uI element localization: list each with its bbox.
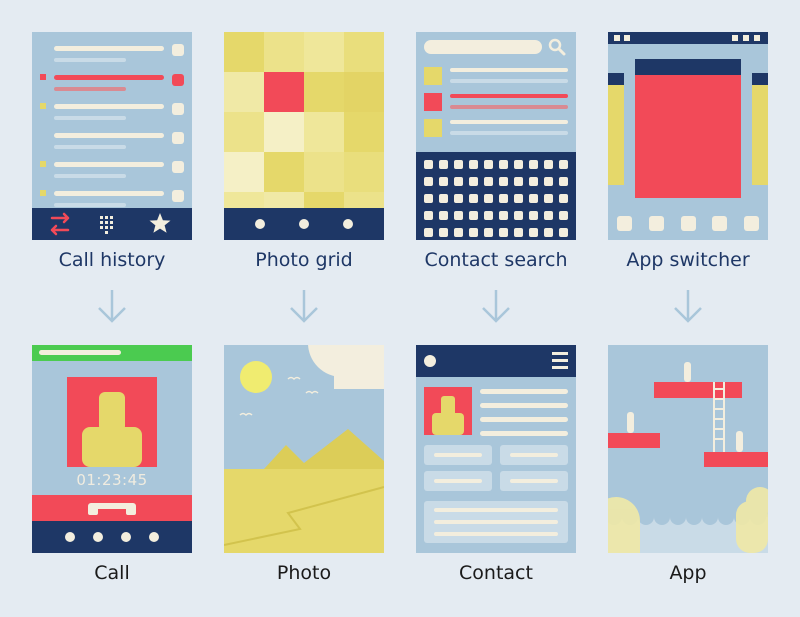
- photo-screen: [224, 345, 384, 553]
- app-card-left[interactable]: [608, 73, 624, 185]
- key[interactable]: [514, 194, 523, 203]
- key[interactable]: [424, 228, 433, 237]
- label-call: Call: [94, 562, 130, 584]
- key[interactable]: [559, 177, 568, 186]
- key[interactable]: [559, 211, 568, 220]
- down-arrow-icon: [674, 290, 702, 323]
- app-screen: [608, 345, 768, 553]
- key[interactable]: [529, 160, 538, 169]
- key[interactable]: [454, 211, 463, 220]
- call-screen: 01:23:45: [32, 345, 192, 553]
- down-arrow-icon: [482, 290, 510, 323]
- key[interactable]: [559, 160, 568, 169]
- key[interactable]: [559, 228, 568, 237]
- key[interactable]: [439, 194, 448, 203]
- key[interactable]: [499, 211, 508, 220]
- key[interactable]: [514, 228, 523, 237]
- hamburger-menu-icon[interactable]: [552, 352, 568, 369]
- label-photo: Photo: [276, 562, 332, 584]
- label-contact: Contact: [459, 562, 533, 584]
- key[interactable]: [424, 194, 433, 203]
- key[interactable]: [439, 228, 448, 237]
- label-app-switcher: App switcher: [626, 249, 750, 271]
- label-call-history: Call history: [58, 249, 166, 271]
- app-card-center[interactable]: [635, 59, 741, 198]
- key[interactable]: [454, 177, 463, 186]
- key[interactable]: [424, 177, 433, 186]
- contact-notes: [424, 501, 568, 543]
- key[interactable]: [499, 160, 508, 169]
- key[interactable]: [469, 160, 478, 169]
- search-input[interactable]: [424, 40, 542, 54]
- label-app: App: [669, 562, 707, 584]
- key[interactable]: [484, 160, 493, 169]
- key[interactable]: [544, 177, 553, 186]
- call-timer: 01:23:45: [76, 471, 148, 489]
- contact-avatar: [424, 387, 472, 435]
- key[interactable]: [499, 228, 508, 237]
- key[interactable]: [514, 211, 523, 220]
- key[interactable]: [544, 211, 553, 220]
- key[interactable]: [514, 177, 523, 186]
- contact-screen: [416, 345, 576, 553]
- key[interactable]: [439, 177, 448, 186]
- key[interactable]: [529, 177, 538, 186]
- key[interactable]: [499, 194, 508, 203]
- app-card-right[interactable]: [752, 73, 768, 185]
- down-arrow-icon: [290, 290, 318, 323]
- photo-grid-tiles[interactable]: [224, 32, 384, 212]
- key[interactable]: [469, 211, 478, 220]
- key[interactable]: [529, 211, 538, 220]
- label-photo-grid: Photo grid: [255, 249, 353, 271]
- key[interactable]: [559, 194, 568, 203]
- key[interactable]: [454, 228, 463, 237]
- app-switcher-screen: [608, 32, 768, 240]
- key[interactable]: [469, 194, 478, 203]
- key[interactable]: [529, 228, 538, 237]
- key[interactable]: [454, 160, 463, 169]
- key[interactable]: [514, 160, 523, 169]
- key[interactable]: [424, 160, 433, 169]
- key[interactable]: [484, 194, 493, 203]
- key[interactable]: [469, 177, 478, 186]
- key[interactable]: [469, 228, 478, 237]
- key[interactable]: [529, 194, 538, 203]
- key[interactable]: [544, 160, 553, 169]
- key[interactable]: [424, 211, 433, 220]
- back-button[interactable]: [424, 355, 436, 367]
- call-history-screen: [32, 32, 192, 240]
- caller-avatar: [67, 377, 157, 467]
- key[interactable]: [454, 194, 463, 203]
- sun: [240, 361, 272, 393]
- key[interactable]: [484, 211, 493, 220]
- label-contact-search: Contact search: [424, 249, 568, 271]
- key[interactable]: [544, 194, 553, 203]
- down-arrow-icon: [98, 290, 126, 323]
- key[interactable]: [544, 228, 553, 237]
- contact-search-screen: [416, 32, 576, 240]
- key[interactable]: [484, 177, 493, 186]
- key[interactable]: [439, 160, 448, 169]
- key[interactable]: [499, 177, 508, 186]
- key[interactable]: [484, 228, 493, 237]
- photo-grid-screen: [224, 32, 384, 240]
- key[interactable]: [439, 211, 448, 220]
